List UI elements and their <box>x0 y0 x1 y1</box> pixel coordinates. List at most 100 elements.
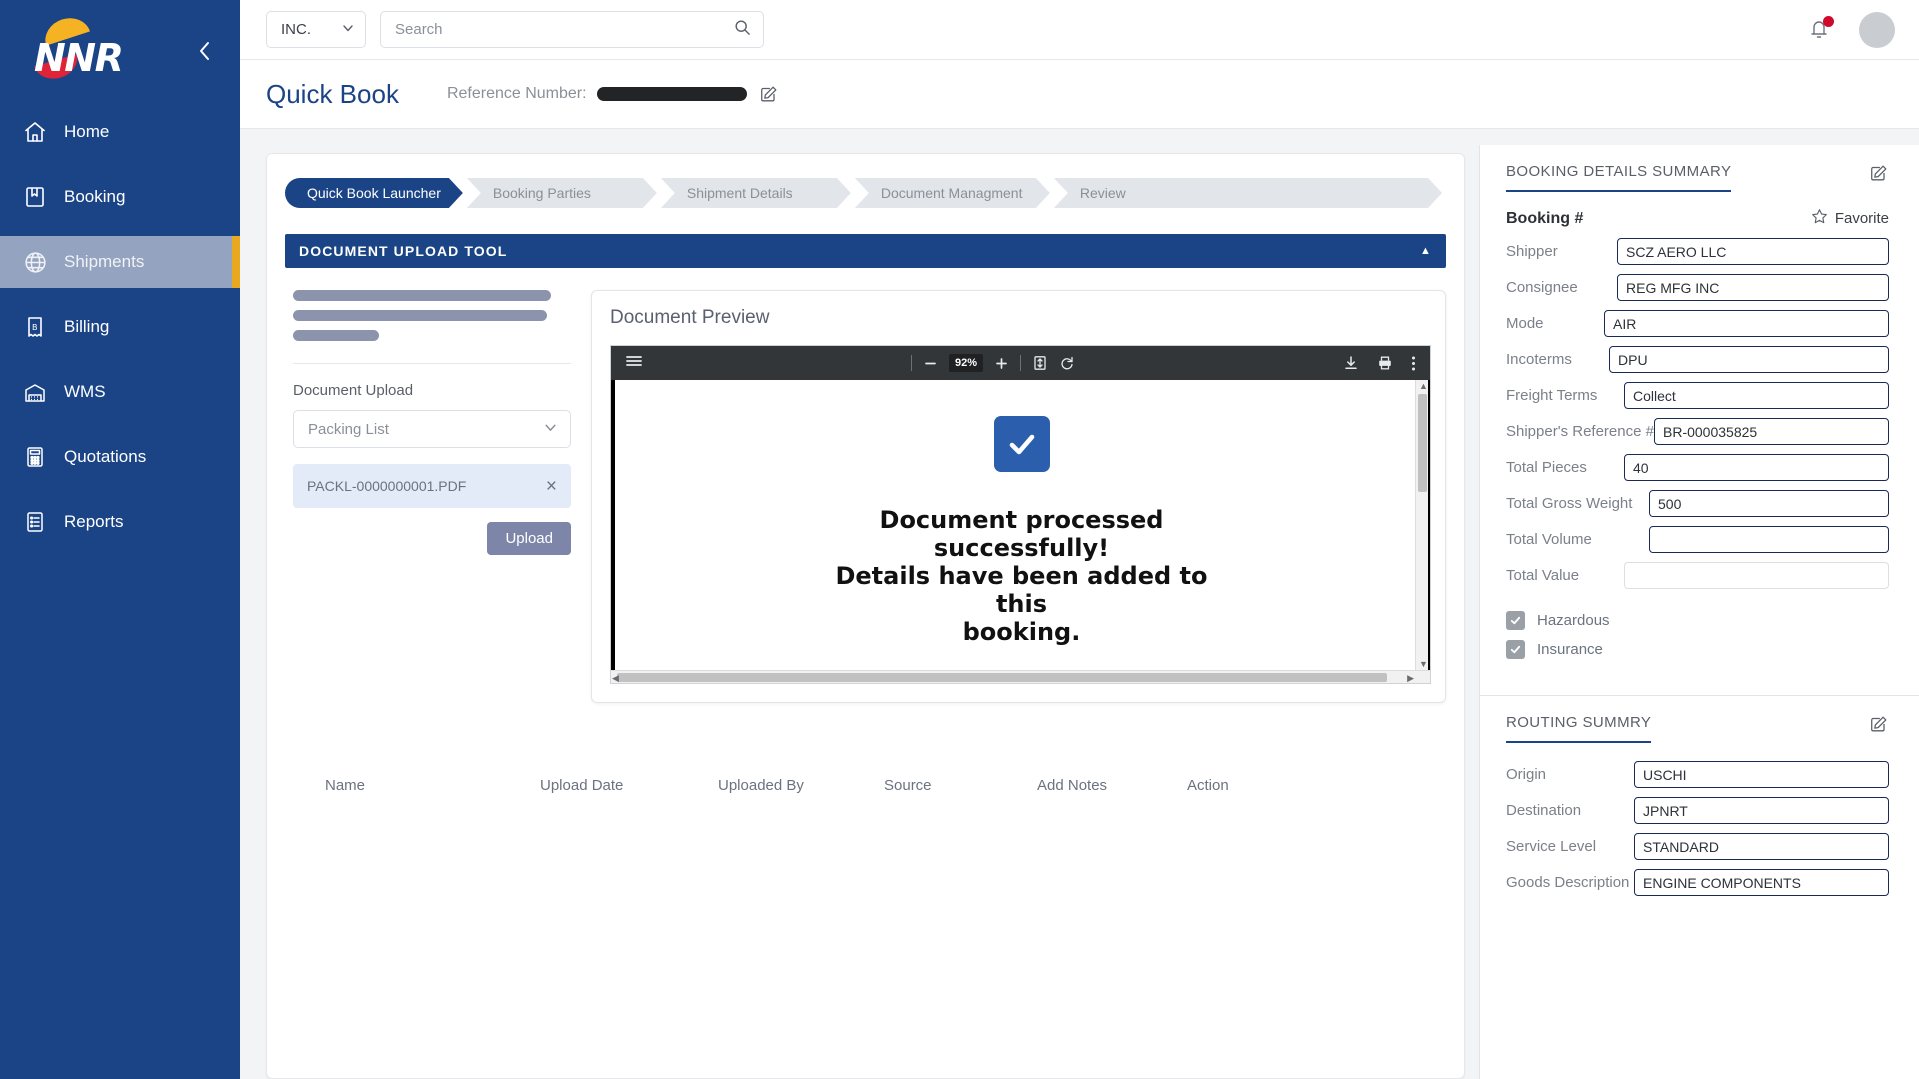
checkbox-row-hazardous: Hazardous <box>1506 611 1889 630</box>
field-row-total-pieces: Total Pieces 40 <box>1506 454 1889 481</box>
document-type-select[interactable]: Packing List <box>293 410 571 448</box>
document-upload-tool-header[interactable]: DOCUMENT UPLOAD TOOL ▲ <box>285 234 1446 268</box>
skeleton-line <box>293 330 379 341</box>
step-document-management[interactable]: Document Managment <box>855 178 1050 208</box>
star-outline-icon <box>1811 208 1828 229</box>
service-level-field[interactable]: STANDARD <box>1634 833 1889 860</box>
pdf-vertical-scroll-thumb[interactable] <box>1418 394 1427 492</box>
topbar-actions <box>1807 11 1895 48</box>
rotate-icon[interactable] <box>1059 355 1075 371</box>
total-gross-weight-field[interactable]: 500 <box>1649 490 1889 517</box>
more-vertical-icon[interactable] <box>1411 355 1416 372</box>
field-label: Total Value <box>1506 567 1580 584</box>
favorite-toggle[interactable]: Favorite <box>1811 208 1889 229</box>
search-box[interactable] <box>380 11 764 48</box>
hamburger-menu-icon[interactable] <box>625 354 643 372</box>
print-icon[interactable] <box>1377 355 1393 371</box>
shipper-field[interactable]: SCZ AERO LLC <box>1617 238 1889 265</box>
scroll-left-arrow-icon[interactable]: ◀ <box>612 673 619 684</box>
field-label: Consignee <box>1506 279 1578 296</box>
freight-terms-field[interactable]: Collect <box>1624 382 1889 409</box>
column-header-add-notes[interactable]: Add Notes <box>1037 777 1187 794</box>
goods-description-field[interactable]: ENGINE COMPONENTS <box>1634 869 1889 896</box>
insurance-checkbox[interactable] <box>1506 640 1525 659</box>
sidebar-item-label: Billing <box>64 317 110 336</box>
step-quick-book-launcher[interactable]: Quick Book Launcher <box>285 178 463 208</box>
column-header-action[interactable]: Action <box>1187 777 1287 794</box>
sidebar-item-quotations[interactable]: Quotations <box>0 431 240 483</box>
close-icon[interactable]: × <box>546 477 557 496</box>
step-label: Booking Parties <box>492 185 591 201</box>
field-row-goods-description: Goods Description ENGINE COMPONENTS <box>1506 869 1889 896</box>
step-review[interactable]: Review <box>1054 178 1442 208</box>
field-label: Freight Terms <box>1506 387 1598 404</box>
sidebar-item-home[interactable]: Home <box>0 106 240 158</box>
sidebar-item-wms[interactable]: WMS <box>0 366 240 418</box>
booking-number-label: Booking # <box>1506 209 1584 227</box>
search-input[interactable] <box>395 21 734 38</box>
pdf-vertical-scrollbar[interactable]: ▲ ▼ <box>1415 380 1428 670</box>
plus-icon[interactable] <box>994 356 1009 371</box>
field-label: Shipper <box>1506 243 1558 260</box>
caret-up-icon[interactable]: ▲ <box>1420 245 1432 257</box>
user-avatar[interactable] <box>1859 11 1895 48</box>
scroll-down-arrow-icon[interactable]: ▼ <box>1419 659 1428 669</box>
total-pieces-field[interactable]: 40 <box>1624 454 1889 481</box>
shippers-reference-field[interactable]: BR-000035825 <box>1654 418 1889 445</box>
origin-field[interactable]: USCHI <box>1634 761 1889 788</box>
incoterms-field[interactable]: DPU <box>1609 346 1889 373</box>
topbar: INC. <box>240 0 1919 60</box>
fit-page-icon[interactable] <box>1032 355 1048 371</box>
documents-table: Name Upload Date Uploaded By Source Add … <box>285 777 1446 794</box>
routing-summary-edit-pencil-icon[interactable] <box>1869 714 1889 734</box>
mode-field[interactable]: AIR <box>1604 310 1889 337</box>
upload-form-column: Document Upload Packing List PACKL-00000… <box>285 290 571 703</box>
sidebar-collapse-chevron-left-icon[interactable] <box>192 38 218 64</box>
field-row-destination: Destination JPNRT <box>1506 797 1889 824</box>
notification-badge-dot <box>1823 15 1834 27</box>
chevron-down-icon <box>341 21 355 39</box>
field-label: Incoterms <box>1506 351 1572 368</box>
column-header-source[interactable]: Source <box>884 777 1037 794</box>
pdf-success-message: Document processed successfully! Details… <box>807 506 1237 646</box>
destination-field[interactable]: JPNRT <box>1634 797 1889 824</box>
field-row-incoterms: Incoterms DPU <box>1506 346 1889 373</box>
notifications-bell-icon[interactable] <box>1807 15 1834 43</box>
total-volume-field[interactable] <box>1649 526 1889 553</box>
hazardous-checkbox[interactable] <box>1506 611 1525 630</box>
scroll-right-arrow-icon[interactable]: ▶ <box>1407 673 1414 684</box>
step-label: Review <box>1079 185 1126 201</box>
minus-icon[interactable] <box>923 356 938 371</box>
step-shipment-details[interactable]: Shipment Details <box>661 178 851 208</box>
step-booking-parties[interactable]: Booking Parties <box>467 178 657 208</box>
pdf-horizontal-scrollbar[interactable]: ◀ ▶ <box>611 670 1430 683</box>
sidebar-item-label: Quotations <box>64 447 147 466</box>
pdf-horizontal-scroll-thumb[interactable] <box>617 673 1387 682</box>
logo-text: NNR <box>34 36 124 80</box>
scroll-up-arrow-icon[interactable]: ▲ <box>1419 381 1428 391</box>
search-icon[interactable] <box>734 19 751 41</box>
pdf-page-content: Document processed successfully! Details… <box>611 380 1430 670</box>
content-split: Quick Book Launcher Booking Parties Ship… <box>240 129 1919 1079</box>
column-header-uploaded-by[interactable]: Uploaded By <box>718 777 884 794</box>
skeleton-line <box>293 310 547 321</box>
booking-summary-edit-pencil-icon[interactable] <box>1869 163 1889 183</box>
total-value-field[interactable] <box>1624 562 1889 589</box>
download-icon[interactable] <box>1343 355 1359 371</box>
sidebar-item-shipments[interactable]: Shipments <box>0 236 240 288</box>
reference-number-edit-pencil-icon[interactable] <box>759 84 779 104</box>
column-header-name[interactable]: Name <box>325 777 540 794</box>
field-label: Mode <box>1506 315 1544 332</box>
upload-button[interactable]: Upload <box>487 522 571 555</box>
field-row-total-volume: Total Volume <box>1506 526 1889 553</box>
column-header-upload-date[interactable]: Upload Date <box>540 777 718 794</box>
company-select[interactable]: INC. <box>266 11 366 48</box>
sidebar-item-booking[interactable]: Booking <box>0 171 240 223</box>
document-upload-tool-body: Document Upload Packing List PACKL-00000… <box>285 268 1446 703</box>
routing-summary-title: ROUTING SUMMRY <box>1506 714 1652 743</box>
consignee-field[interactable]: REG MFG INC <box>1617 274 1889 301</box>
document-upload-tool-title: DOCUMENT UPLOAD TOOL <box>299 243 508 259</box>
sidebar-item-billing[interactable]: B Billing <box>0 301 240 353</box>
checkbox-row-insurance: Insurance <box>1506 640 1889 659</box>
sidebar-item-reports[interactable]: Reports <box>0 496 240 548</box>
